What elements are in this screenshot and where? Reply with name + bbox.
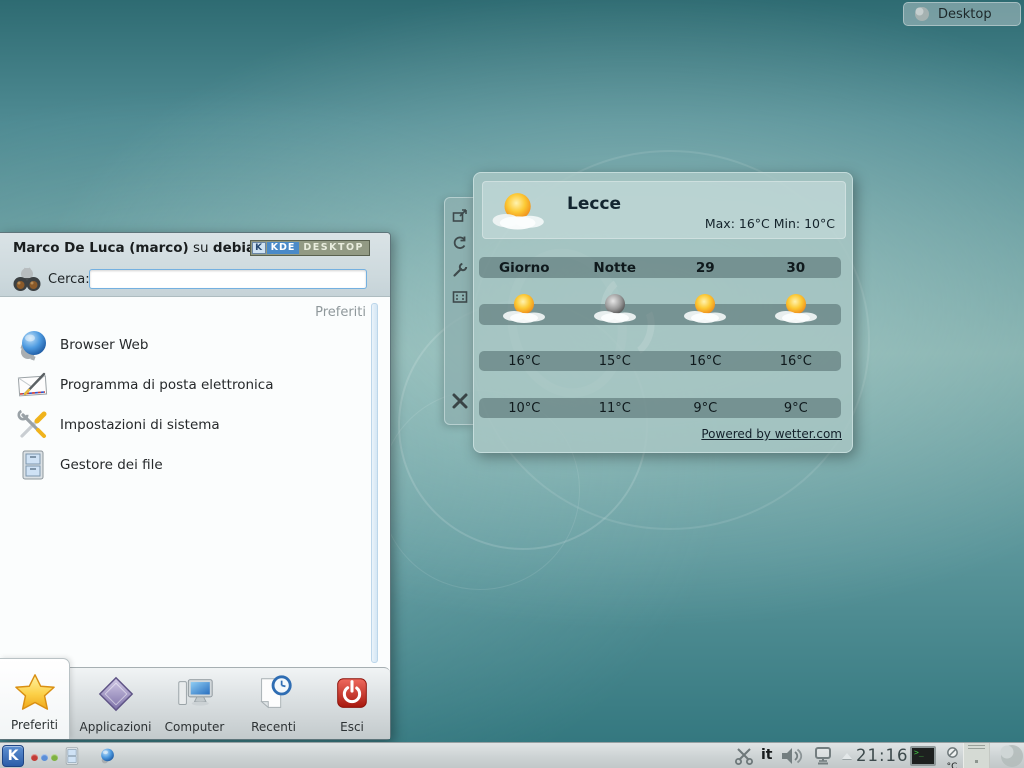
terminal-tray-icon[interactable]: >_ xyxy=(910,746,936,766)
favorite-item-browser[interactable]: Browser Web xyxy=(0,325,370,365)
temp-value: 16°C xyxy=(479,354,570,369)
kickoff-menu: Marco De Luca (marco) su debian K KDE DE… xyxy=(0,232,391,740)
sun-cloud-icon xyxy=(489,188,551,234)
kickoff-tab-bar: Preferiti Applicazioni Computer xyxy=(0,667,390,739)
dot-red-icon[interactable] xyxy=(31,754,38,761)
favorite-item-email[interactable]: Programma di posta elettronica xyxy=(0,365,370,405)
tab-label: Preferiti xyxy=(0,718,69,732)
panel-toolbox-cashew-icon[interactable] xyxy=(996,743,1024,768)
weather-night-temps: 10°C 11°C 9°C 9°C xyxy=(479,398,841,418)
weather-col: 30 xyxy=(751,260,842,276)
dot-green-icon[interactable] xyxy=(51,754,58,761)
panel-calendar-strip[interactable] xyxy=(963,743,990,768)
kde-logo-icon: K xyxy=(252,242,266,254)
web-browser-launcher-icon[interactable] xyxy=(98,747,116,765)
temp-value: 16°C xyxy=(751,354,842,369)
configure-wrench-icon[interactable] xyxy=(452,262,468,278)
star-icon xyxy=(14,671,56,713)
weather-header: Lecce Max: 16°C Min: 10°C xyxy=(482,181,846,239)
kde-menu-button[interactable]: K xyxy=(2,745,24,767)
web-browser-icon xyxy=(16,328,50,362)
tab-label: Esci xyxy=(313,720,391,734)
tab-preferiti[interactable]: Preferiti xyxy=(0,658,70,739)
search-label: Cerca: xyxy=(48,272,90,287)
favorite-item-system-settings[interactable]: Impostazioni di sistema xyxy=(0,405,370,445)
email-icon xyxy=(16,368,50,402)
weather-col: 29 xyxy=(660,260,751,276)
weather-condition-icon xyxy=(570,290,661,328)
taskbar-panel: K it 21:16 >_ °C xyxy=(0,742,1024,768)
desktop-toolbox-label: Desktop xyxy=(938,7,992,22)
file-manager-launcher-icon[interactable] xyxy=(62,746,82,766)
favorite-item-label: Impostazioni di sistema xyxy=(60,417,220,433)
temp-value: 16°C xyxy=(660,354,751,369)
file-manager-icon xyxy=(16,448,50,482)
favorites-section-label: Preferiti xyxy=(315,305,366,320)
weather-col: Giorno xyxy=(479,260,570,276)
kickoff-header: Marco De Luca (marco) su debian K KDE DE… xyxy=(0,233,390,297)
no-data-icon xyxy=(946,746,959,759)
weather-condition-icon xyxy=(660,290,751,328)
tab-recenti[interactable]: Recenti xyxy=(234,667,313,739)
computer-icon xyxy=(174,673,216,715)
favorite-item-label: Browser Web xyxy=(60,337,148,353)
search-input[interactable] xyxy=(89,269,367,289)
tab-label: Applicazioni xyxy=(76,720,155,734)
user-name: Marco De Luca (marco) xyxy=(13,240,189,256)
clipboard-scissors-icon[interactable] xyxy=(734,747,754,765)
cashew-icon xyxy=(914,6,930,22)
quicklaunch-dots[interactable] xyxy=(31,754,58,761)
favorite-item-label: Gestore dei file xyxy=(60,457,163,473)
desktop-toolbox[interactable]: Desktop xyxy=(903,2,1021,26)
tab-computer[interactable]: Computer xyxy=(155,667,234,739)
recent-documents-icon xyxy=(253,673,295,715)
weather-maxmin: Max: 16°C Min: 10°C xyxy=(705,216,835,231)
system-settings-icon xyxy=(16,408,50,442)
kde-desktop-badge: K KDE DESKTOP xyxy=(250,240,370,256)
weather-tray-icon[interactable]: °C xyxy=(941,744,963,768)
temp-value: 9°C xyxy=(751,401,842,416)
tab-applicazioni[interactable]: Applicazioni xyxy=(76,667,155,739)
weather-city: Lecce xyxy=(567,194,621,214)
weather-conditions-row xyxy=(479,304,841,325)
favorites-list: Browser Web Programma di posta elettroni… xyxy=(0,325,370,485)
keyboard-layout-indicator[interactable]: it xyxy=(761,747,773,763)
tray-expander-icon[interactable] xyxy=(842,753,852,759)
weather-day-temps: 16°C 15°C 16°C 16°C xyxy=(479,351,841,371)
tab-esci[interactable]: Esci xyxy=(313,667,391,739)
favorite-item-file-manager[interactable]: Gestore dei file xyxy=(0,445,370,485)
close-icon[interactable] xyxy=(451,392,469,410)
temp-value: 11°C xyxy=(570,401,661,416)
applications-icon xyxy=(95,673,137,715)
tab-label: Computer xyxy=(155,720,234,734)
plasmoid-handle[interactable] xyxy=(444,197,474,425)
power-icon xyxy=(331,673,373,715)
favorite-item-label: Programma di posta elettronica xyxy=(60,377,273,393)
maximize-icon[interactable] xyxy=(452,289,468,305)
weather-column-headers: Giorno Notte 29 30 xyxy=(479,257,841,278)
rotate-icon[interactable] xyxy=(452,235,468,251)
weather-credit-link[interactable]: Powered by wetter.com xyxy=(701,427,842,441)
resize-icon[interactable] xyxy=(452,208,468,224)
weather-col: Notte xyxy=(570,260,661,276)
volume-icon[interactable] xyxy=(781,747,805,765)
weather-widget[interactable]: Lecce Max: 16°C Min: 10°C Giorno Notte 2… xyxy=(473,172,853,453)
weather-condition-icon xyxy=(479,290,570,328)
network-monitor-icon[interactable] xyxy=(812,747,834,765)
user-identity: Marco De Luca (marco) su debian xyxy=(13,240,265,256)
clock[interactable]: 21:16 xyxy=(856,746,909,765)
temp-value: 9°C xyxy=(660,401,751,416)
scrollbar[interactable] xyxy=(371,303,378,663)
search-binoculars-icon xyxy=(11,265,43,295)
tab-label: Recenti xyxy=(234,720,313,734)
weather-condition-icon xyxy=(751,290,842,328)
temp-value: 10°C xyxy=(479,401,570,416)
dot-blue-icon[interactable] xyxy=(41,754,48,761)
temp-value: 15°C xyxy=(570,354,661,369)
